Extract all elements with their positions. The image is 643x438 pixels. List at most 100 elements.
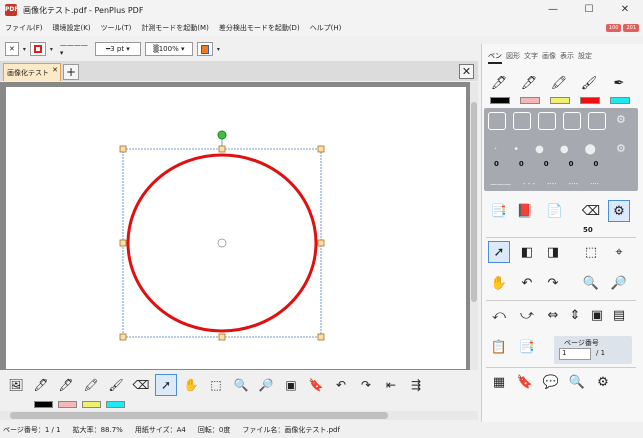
pen-color-yellow[interactable]	[550, 97, 570, 104]
style-slot[interactable]	[538, 112, 556, 130]
tab-shape[interactable]: 図形	[506, 51, 520, 64]
rotate-right-icon[interactable]: ⤻	[516, 304, 538, 326]
fit-page-icon[interactable]: ▣	[280, 374, 302, 396]
color-swatch-cyan[interactable]	[106, 401, 125, 408]
select-arrow-icon[interactable]: ➚	[488, 241, 510, 263]
page-remove-icon[interactable]: 📄	[544, 200, 566, 222]
hand-tool-icon[interactable]: ✋	[180, 374, 202, 396]
vertical-scrollbar[interactable]	[470, 82, 478, 370]
line-style-row[interactable]: ——— - - - -·-· -··- ····	[490, 180, 599, 188]
page-copy-icon[interactable]: 📋	[488, 336, 510, 358]
scroll-thumb[interactable]	[10, 412, 388, 419]
minimize-button[interactable]: —	[535, 0, 571, 20]
pdf-page[interactable]	[6, 87, 466, 369]
rotate-left-icon[interactable]: ⤺	[488, 304, 510, 326]
page-insert-icon[interactable]: 📑	[488, 200, 510, 222]
pen-pink-icon[interactable]: 🖊	[55, 374, 77, 396]
settings-icon[interactable]: ⚙	[592, 371, 614, 393]
style-slot[interactable]	[588, 112, 606, 130]
close-document-button[interactable]: ✕	[459, 64, 474, 79]
color-swatch-pink[interactable]	[58, 401, 77, 408]
menu-tools[interactable]: ツール(T)	[96, 23, 137, 33]
pen-icon[interactable]: 🖊	[518, 72, 540, 94]
new-tab-button[interactable]: +	[63, 64, 79, 80]
fill-color-picker[interactable]	[196, 42, 213, 56]
grid-icon[interactable]: ▦	[488, 371, 510, 393]
document-canvas[interactable]	[0, 82, 478, 370]
drawing-layer[interactable]	[6, 87, 466, 369]
chevron-down-icon[interactable]: ▾	[23, 46, 26, 53]
dot[interactable]: ⬤	[585, 144, 596, 155]
eraser-icon[interactable]: ⌫	[130, 374, 152, 396]
dot[interactable]: ●	[560, 144, 569, 155]
redo-icon[interactable]: ↷	[542, 272, 564, 294]
dot[interactable]: •	[513, 144, 519, 155]
color-swatch-yellow[interactable]	[82, 401, 101, 408]
page-delete-icon[interactable]: 📕	[514, 200, 536, 222]
chevron-down-icon[interactable]: ▾	[217, 46, 220, 53]
stroke-color-picker[interactable]	[29, 42, 46, 56]
tab-pen[interactable]: ペン	[488, 51, 502, 64]
line-style-select[interactable]: ————▾	[57, 41, 91, 57]
zoom-in-icon[interactable]: 🔎	[255, 374, 277, 396]
highlighter-icon[interactable]: 🖍	[80, 374, 102, 396]
undo-icon[interactable]: ↶	[330, 374, 352, 396]
page-paste-icon[interactable]: 📑	[516, 336, 538, 358]
tab-image[interactable]: 画像	[542, 51, 556, 64]
tab-close-icon[interactable]: ✕	[52, 66, 58, 74]
style-slot[interactable]	[513, 112, 531, 130]
redo-icon[interactable]: ↷	[355, 374, 377, 396]
no-fill-toggle[interactable]: ✕	[5, 42, 19, 56]
style-slot[interactable]	[563, 112, 581, 130]
tab-view[interactable]: 表示	[560, 51, 574, 64]
fit-page-icon[interactable]: ⇕	[564, 304, 586, 326]
close-button[interactable]: ✕	[607, 0, 643, 20]
scroll-thumb[interactable]	[471, 102, 477, 302]
hand-tool-icon[interactable]: ✋	[488, 272, 510, 294]
area-select-icon[interactable]: ⬚	[580, 241, 602, 263]
brush-icon[interactable]: 🖌	[578, 72, 600, 94]
tab-text[interactable]: 文字	[524, 51, 538, 64]
bookmark-icon[interactable]: 🔖	[514, 371, 536, 393]
opacity-select[interactable]: ▒ 100% ▾	[144, 42, 193, 56]
dot[interactable]: ·	[494, 144, 497, 155]
area-select-icon[interactable]: ⬚	[205, 374, 227, 396]
pen-color-red[interactable]	[580, 97, 600, 104]
gear-icon[interactable]: ⚙	[616, 113, 626, 126]
search-icon[interactable]: 🔍	[566, 371, 588, 393]
image-insert-icon[interactable]: 🖼	[5, 374, 27, 396]
line-width-select[interactable]: ━ 3 pt ▾	[94, 42, 141, 56]
target-icon[interactable]: ⌖	[608, 241, 630, 263]
bring-front-icon[interactable]: ◧	[516, 241, 538, 263]
eraser-icon[interactable]: ⌫	[580, 200, 602, 222]
text-pen-icon[interactable]: ✒	[608, 72, 630, 94]
menu-settings[interactable]: 環境設定(K)	[48, 23, 96, 33]
actual-size-icon[interactable]: ▤	[608, 304, 630, 326]
marker-cyan-icon[interactable]: 🖌	[105, 374, 127, 396]
gear-icon[interactable]: ⚙	[616, 142, 626, 155]
send-back-icon[interactable]: ◨	[542, 241, 564, 263]
maximize-button[interactable]: ☐	[571, 0, 607, 20]
pen-icon[interactable]: 🖊	[488, 72, 510, 94]
style-slot[interactable]	[488, 112, 506, 130]
select-arrow-icon[interactable]: ➚	[155, 374, 177, 396]
pen-color-cyan[interactable]	[610, 97, 630, 104]
highlighter-icon[interactable]: 🖍	[548, 72, 570, 94]
zoom-in-icon[interactable]: 🔎	[608, 272, 630, 294]
settings-gear-icon[interactable]: ⚙	[608, 200, 630, 222]
menu-help[interactable]: ヘルプ(H)	[305, 23, 347, 33]
menu-file[interactable]: ファイル(F)	[0, 23, 48, 33]
color-swatch-black[interactable]	[34, 401, 53, 408]
export-icon[interactable]: ⇶	[405, 374, 427, 396]
pen-color-black[interactable]	[490, 97, 510, 104]
first-page-icon[interactable]: ⇤	[380, 374, 402, 396]
chevron-down-icon[interactable]: ▾	[50, 46, 53, 53]
pen-black-icon[interactable]: 🖊	[30, 374, 52, 396]
document-tab[interactable]: 画像化テスト ✕	[3, 63, 61, 81]
menu-measure[interactable]: 計測モードを起動(M)	[136, 23, 214, 33]
zoom-out-icon[interactable]: 🔍	[230, 374, 252, 396]
fit-height-icon[interactable]: ▣	[586, 304, 608, 326]
bookmark-icon[interactable]: 🔖	[305, 374, 327, 396]
menu-diff[interactable]: 差分検出モードを起動(D)	[214, 23, 305, 33]
pen-color-pink[interactable]	[520, 97, 540, 104]
